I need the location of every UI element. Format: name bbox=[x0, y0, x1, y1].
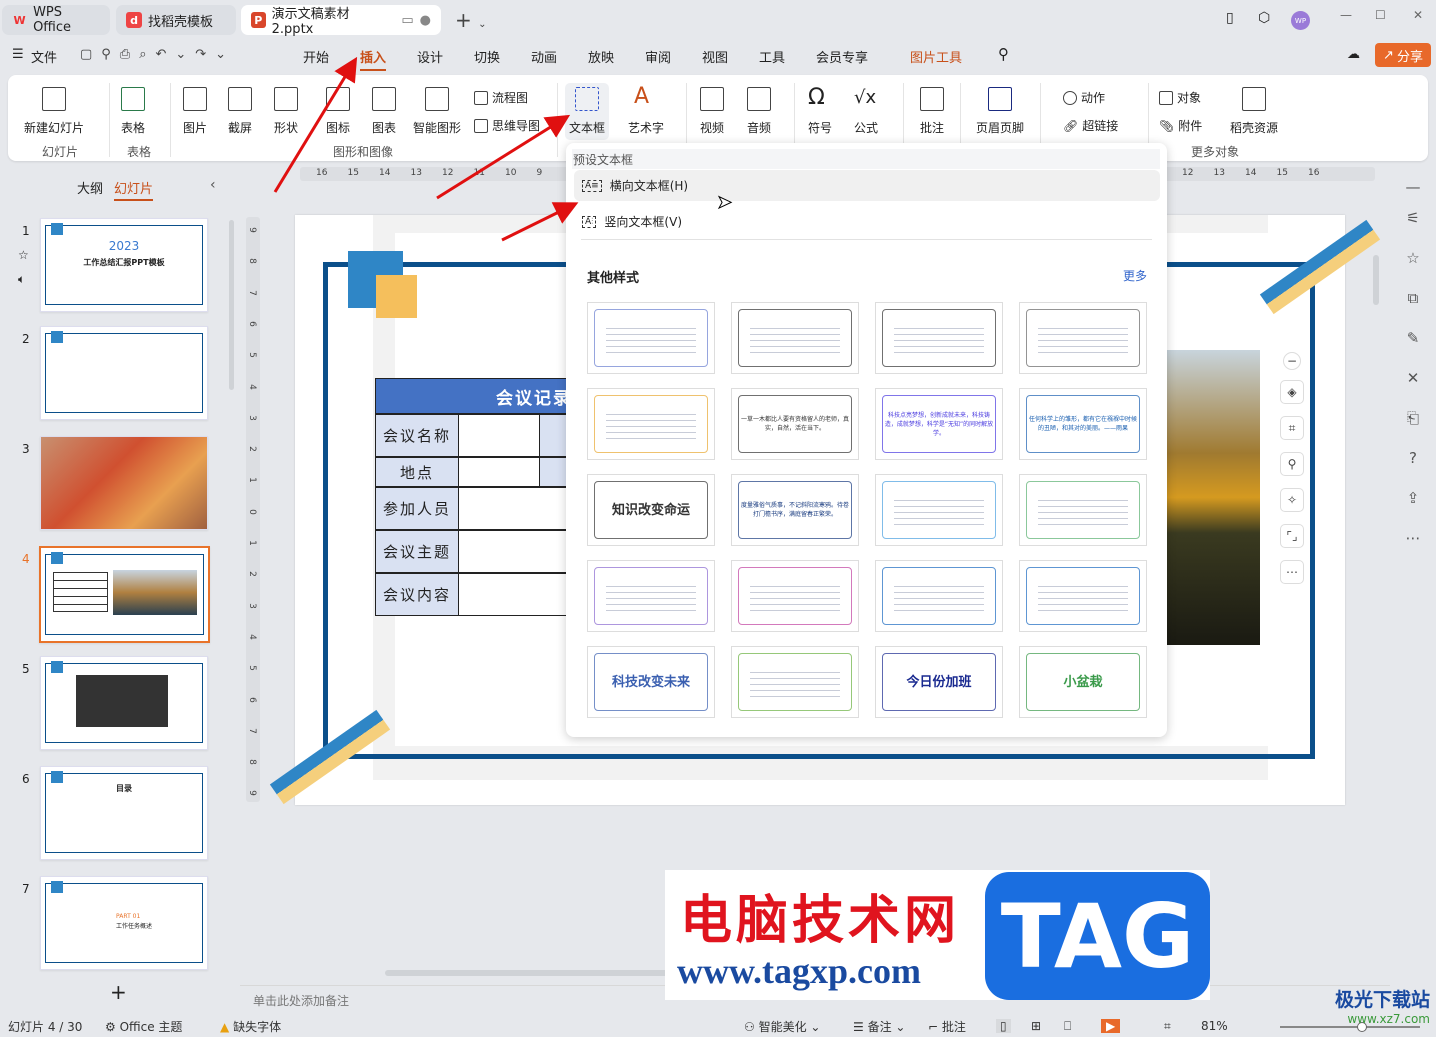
arrow-to-textbox bbox=[436, 114, 571, 200]
watermark-xz7: 极光下载站 www.xz7.com bbox=[1334, 989, 1430, 1026]
arrow-to-horizontal bbox=[501, 202, 579, 242]
arrow-to-insert bbox=[273, 56, 358, 193]
watermark-tagxp: 电脑技术网 www.tagxp.com TAG bbox=[665, 870, 1210, 1000]
